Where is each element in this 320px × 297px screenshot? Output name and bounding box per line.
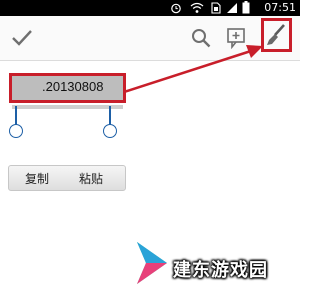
selection-handle-end[interactable]: [103, 124, 117, 138]
watermark-text: 建东游戏园: [173, 260, 268, 281]
play-logo-icon: [137, 242, 167, 284]
selection-handle-start[interactable]: [9, 124, 23, 138]
left-handle-stem: [15, 106, 17, 126]
field-underline: [12, 105, 123, 109]
right-handle-stem: [109, 106, 111, 126]
screen: 07:51 .20130808 复制 粘贴 建东游戏园: [0, 0, 300, 297]
context-menu: 复制 粘贴: [8, 165, 126, 191]
watermark: 建东游戏园: [135, 238, 295, 288]
copy-menu-item[interactable]: 复制: [25, 170, 49, 187]
paste-menu-item[interactable]: 粘贴: [79, 170, 103, 187]
text-highlight-box: [9, 73, 126, 103]
